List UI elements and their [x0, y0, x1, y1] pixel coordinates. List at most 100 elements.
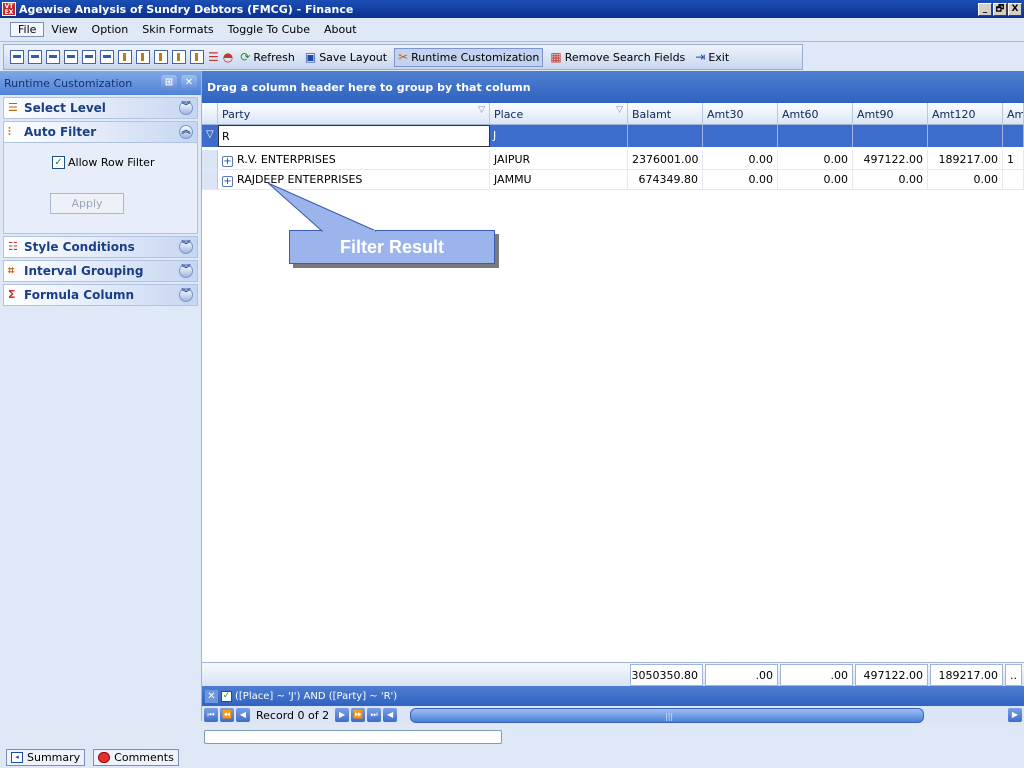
cell-extra[interactable]	[1003, 170, 1024, 190]
scroll-right-icon[interactable]: ▶	[1008, 708, 1022, 722]
chevron-down-icon[interactable]: ︾	[179, 240, 193, 254]
scroll-grip-icon: |||	[665, 712, 674, 721]
menu-toggle-to-cube[interactable]: Toggle To Cube	[221, 23, 317, 36]
horizontal-scrollbar[interactable]: |||	[410, 708, 924, 723]
section-select-level[interactable]: ☰ Select Level ︾	[3, 97, 198, 119]
chevron-down-icon[interactable]: ︾	[179, 101, 193, 115]
filter-expression[interactable]: ([Place] ~ 'J') AND ([Party] ~ 'R')	[235, 691, 397, 702]
cell-amt120[interactable]: 0.00	[928, 170, 1003, 190]
amt90-filter-input[interactable]	[853, 125, 928, 147]
comment-icon[interactable]: ◓	[223, 51, 233, 63]
group-by-panel[interactable]: Drag a column header here to group by th…	[202, 71, 1024, 103]
cell-place[interactable]: JAIPUR	[490, 150, 628, 170]
cell-amt90[interactable]: 497122.00	[853, 150, 928, 170]
layout-icon-1[interactable]	[10, 50, 24, 64]
column-header-amt-more[interactable]: Am	[1003, 103, 1024, 125]
next-page-icon[interactable]: ⏩	[351, 708, 366, 722]
filter-icon[interactable]: ▽	[616, 105, 623, 115]
apply-button[interactable]: Apply	[50, 193, 124, 214]
minimize-button[interactable]: _	[978, 2, 992, 16]
filter-enabled-checkbox[interactable]: ✓	[221, 690, 232, 702]
section-auto-filter[interactable]: ⫶ Auto Filter ︽	[3, 121, 198, 143]
title-bar: VT EX Agewise Analysis of Sundry Debtors…	[0, 0, 1024, 18]
last-record-icon[interactable]: ⏭	[367, 708, 382, 722]
runtime-customization-panel: Runtime Customization ⊞ ✕ ☰ Select Level…	[0, 71, 202, 721]
balamt-filter-input[interactable]	[628, 125, 703, 147]
cell-amt30[interactable]: 0.00	[703, 150, 778, 170]
cell-amt60[interactable]: 0.00	[778, 170, 853, 190]
section-style-conditions[interactable]: ☷ Style Conditions ︾	[3, 236, 198, 258]
chevron-down-icon[interactable]: ︾	[179, 288, 193, 302]
first-record-icon[interactable]: ⏮	[204, 708, 218, 722]
restore-button[interactable]: 🗗	[993, 2, 1007, 16]
column-icon-1[interactable]	[118, 50, 132, 64]
refresh-button[interactable]: ⟳ Refresh	[237, 49, 298, 66]
exit-button[interactable]: ⇥ Exit	[692, 49, 732, 66]
column-header-party[interactable]: Party ▽	[218, 103, 490, 125]
amt30-filter-input[interactable]	[703, 125, 778, 147]
column-header-amt120[interactable]: Amt120	[928, 103, 1003, 125]
pin-icon[interactable]: ⊞	[161, 75, 177, 91]
layout-icon-6[interactable]	[100, 50, 114, 64]
cell-extra[interactable]: 1	[1003, 150, 1024, 170]
allow-row-filter-checkbox[interactable]: ✓	[52, 156, 65, 169]
column-icon-4[interactable]	[172, 50, 186, 64]
close-panel-icon[interactable]: ✕	[181, 75, 197, 91]
amt120-filter-input[interactable]	[928, 125, 1003, 147]
list-icon[interactable]: ☰	[208, 51, 219, 63]
extra-filter-input[interactable]	[1003, 125, 1024, 147]
prev-page-icon[interactable]: ⏪	[220, 708, 234, 722]
remove-search-fields-button[interactable]: ▦ Remove Search Fields	[547, 49, 688, 66]
menu-about[interactable]: About	[317, 23, 364, 36]
column-header-place[interactable]: Place ▽	[490, 103, 628, 125]
expand-plus-icon[interactable]: +	[222, 176, 233, 187]
cell-party[interactable]: + RAJDEEP ENTERPRISES	[218, 170, 490, 190]
prev-record-icon[interactable]: ◀	[236, 708, 250, 722]
close-button[interactable]: X	[1008, 2, 1022, 16]
allow-row-filter-option[interactable]: ✓ Allow Row Filter	[52, 156, 154, 169]
column-header-amt30[interactable]: Amt30	[703, 103, 778, 125]
expand-plus-icon[interactable]: +	[222, 156, 233, 167]
section-interval-grouping[interactable]: ⌗ Interval Grouping ︾	[3, 260, 198, 282]
menu-view[interactable]: View	[44, 23, 84, 36]
layout-icon-4[interactable]	[64, 50, 78, 64]
menu-option[interactable]: Option	[85, 23, 136, 36]
table-row[interactable]: + RAJDEEP ENTERPRISES JAMMU 674349.80 0.0…	[202, 170, 1024, 190]
column-icon-5[interactable]	[190, 50, 204, 64]
column-icon-2[interactable]	[136, 50, 150, 64]
runtime-customization-button[interactable]: ✂ Runtime Customization	[394, 47, 544, 67]
column-header-amt90[interactable]: Amt90	[853, 103, 928, 125]
menu-skin-formats[interactable]: Skin Formats	[135, 23, 220, 36]
party-filter-input[interactable]: R	[218, 125, 490, 147]
cell-amt60[interactable]: 0.00	[778, 150, 853, 170]
amt60-filter-input[interactable]	[778, 125, 853, 147]
cell-amt120[interactable]: 189217.00	[928, 150, 1003, 170]
scroll-left-icon[interactable]: ◀	[383, 708, 398, 722]
next-record-icon[interactable]: ▶	[335, 708, 350, 722]
layout-icon-2[interactable]	[28, 50, 42, 64]
save-layout-button[interactable]: ▣ Save Layout	[302, 49, 390, 66]
table-row[interactable]: + R.V. ENTERPRISES JAIPUR 2376001.00 0.00…	[202, 150, 1024, 170]
column-header-balamt[interactable]: Balamt	[628, 103, 703, 125]
section-formula-column[interactable]: Σ Formula Column ︾	[3, 284, 198, 306]
chevron-down-icon[interactable]: ︾	[179, 264, 193, 278]
cell-place[interactable]: JAMMU	[490, 170, 628, 190]
cell-amt90[interactable]: 0.00	[853, 170, 928, 190]
status-text-field[interactable]	[204, 730, 502, 744]
clear-filter-icon[interactable]: ✕	[205, 689, 218, 703]
layout-icon-5[interactable]	[82, 50, 96, 64]
toolbar: ☰ ◓ ⟳ Refresh ▣ Save Layout ✂ Runtime Cu…	[0, 43, 1024, 70]
comments-tab[interactable]: Comments	[93, 748, 179, 766]
filter-icon[interactable]: ▽	[478, 105, 485, 115]
chevron-up-icon[interactable]: ︽	[179, 125, 193, 139]
cell-amt30[interactable]: 0.00	[703, 170, 778, 190]
place-filter-input[interactable]: J	[490, 125, 628, 147]
cell-balamt[interactable]: 674349.80	[628, 170, 703, 190]
cell-balamt[interactable]: 2376001.00	[628, 150, 703, 170]
column-header-amt60[interactable]: Amt60	[778, 103, 853, 125]
cell-party[interactable]: + R.V. ENTERPRISES	[218, 150, 490, 170]
layout-icon-3[interactable]	[46, 50, 60, 64]
menu-file[interactable]: File	[10, 22, 45, 37]
column-icon-3[interactable]	[154, 50, 168, 64]
summary-tab[interactable]: ◂ Summary	[6, 748, 86, 766]
